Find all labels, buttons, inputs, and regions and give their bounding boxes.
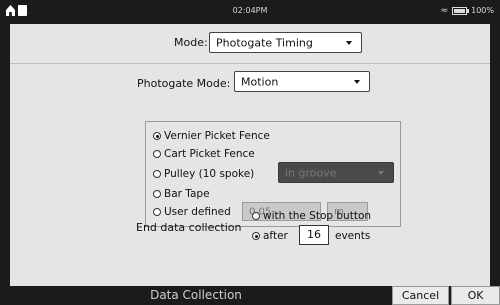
radio-icon[interactable] [153, 190, 161, 198]
photogate-mode-dropdown[interactable]: Motion [234, 71, 370, 92]
end-collection-label: End data collection [136, 221, 242, 234]
radio-icon[interactable] [153, 150, 161, 158]
photogate-mode-label: Photogate Mode: [137, 77, 231, 90]
option-label: Cart Picket Fence [164, 148, 255, 160]
wifi-icon: ≈ [440, 5, 449, 16]
after-option-label: after [263, 230, 288, 242]
option-after-events[interactable]: after [252, 229, 288, 243]
battery-level: 100% [471, 6, 494, 15]
pulley-value: in groove [285, 166, 337, 179]
status-time: 02:04PM [232, 6, 268, 15]
radio-icon[interactable] [153, 170, 161, 178]
bottom-title: Data Collection [150, 288, 242, 302]
option-pulley[interactable]: Pulley (10 spoke) [153, 167, 254, 181]
ok-button[interactable]: OK [451, 286, 500, 305]
option-label: User defined [164, 206, 231, 218]
option-vernier-picket-fence[interactable]: Vernier Picket Fence [153, 129, 270, 143]
stop-option-label: with the Stop button [263, 210, 372, 222]
chevron-down-icon [354, 79, 360, 84]
option-label: Bar Tape [164, 188, 210, 200]
mode-label: Mode: [174, 36, 208, 49]
chevron-down-icon [378, 170, 384, 175]
chevron-down-icon [346, 40, 352, 45]
status-bar: 02:04PM ≈ 100% [0, 0, 500, 24]
option-cart-picket-fence[interactable]: Cart Picket Fence [153, 147, 255, 161]
photogate-mode-value: Motion [241, 75, 279, 88]
mode-value: Photogate Timing [216, 36, 313, 49]
radio-checked-icon[interactable] [252, 232, 260, 240]
events-label: events [335, 230, 371, 242]
dialog-panel: Mode: Photogate Timing Photogate Mode: M… [10, 24, 490, 286]
events-count-input[interactable]: 16 [299, 225, 329, 245]
pulley-dropdown[interactable]: in groove [278, 162, 394, 183]
radio-icon[interactable] [252, 212, 260, 220]
option-user-defined[interactable]: User defined [153, 205, 231, 219]
radio-checked-icon[interactable] [153, 132, 161, 140]
battery-icon [452, 6, 470, 15]
bottom-bar: Data Collection Cancel OK [0, 286, 500, 305]
option-label: Vernier Picket Fence [164, 130, 270, 142]
mode-dropdown[interactable]: Photogate Timing [209, 32, 362, 53]
option-label: Pulley (10 spoke) [164, 168, 255, 180]
radio-icon[interactable] [153, 208, 161, 216]
option-bar-tape[interactable]: Bar Tape [153, 187, 210, 201]
divider [10, 63, 490, 64]
cancel-button[interactable]: Cancel [392, 286, 449, 305]
status-right: ≈ 100% [441, 6, 494, 15]
option-stop-button[interactable]: with the Stop button [252, 209, 371, 223]
